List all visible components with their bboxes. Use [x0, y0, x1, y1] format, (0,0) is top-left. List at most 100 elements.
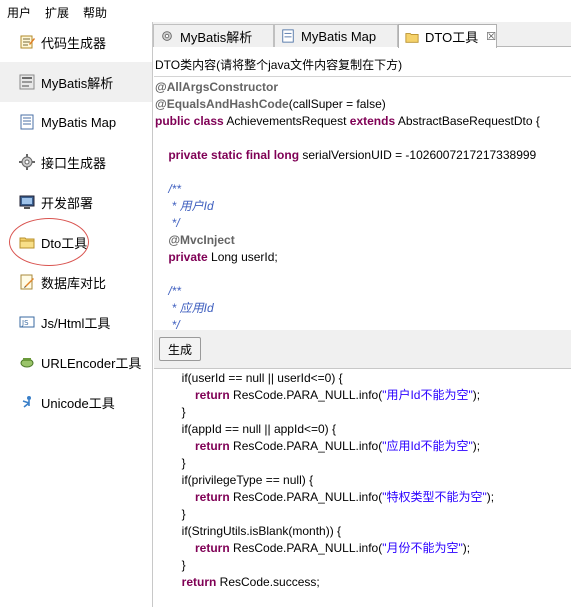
dto-output-editor[interactable]: if(userId == null || userId<=0) { return… [154, 368, 571, 607]
code-token: /** [155, 182, 182, 196]
sidebar-item-unicode[interactable]: Unicode工具 [0, 382, 152, 422]
sidebar-item-mybatis-parse[interactable]: MyBatis解析 [0, 62, 152, 102]
menu-bar: 用户 扩展 帮助 [0, 0, 571, 22]
code-token: ResCode.PARA_NULL.info( [229, 541, 383, 555]
code-token: if(userId == null || userId<=0) { [155, 371, 343, 385]
code-token: return [195, 541, 230, 555]
code-line: if(privilegeType == null) { [155, 472, 313, 489]
code-line: if(appId == null || appId<=0) { [155, 421, 336, 438]
sidebar-item-label: Dto工具 [41, 235, 88, 251]
code-token: */ [155, 216, 180, 230]
menu-user[interactable]: 用户 [7, 4, 31, 21]
sidebar-item-interface-generator[interactable]: 接口生成器 [0, 142, 152, 182]
code-token: ); [472, 388, 481, 402]
close-icon[interactable]: ☒ [486, 30, 496, 43]
code-token: extends [349, 114, 396, 128]
tab-mybatis-parse[interactable]: MyBatis解析 [153, 24, 274, 47]
unicode-icon [19, 394, 35, 410]
code-token: if(StringUtils.isBlank(month)) { [155, 524, 342, 538]
code-line: public class AchievementsRequest extends… [155, 113, 540, 130]
mybatis-parse-icon [160, 29, 174, 43]
tab-label: MyBatis解析 [180, 29, 253, 45]
code-line: /** [155, 283, 181, 300]
code-token: ); [462, 541, 471, 555]
code-token: } [155, 405, 186, 419]
code-token: } [155, 507, 186, 521]
sidebar-item-database-compare[interactable]: 数据库对比 [0, 262, 152, 302]
mybatis-parse-icon [19, 74, 35, 90]
code-line: } [155, 455, 186, 472]
sidebar: 代码生成器 MyBatis解析 MyBatis Map 接口生成器 开发部署 D… [0, 22, 152, 607]
mybatis-map-icon [281, 29, 295, 43]
code-line: return ResCode.PARA_NULL.info("特权类型不能为空"… [155, 489, 494, 506]
code-token: return [195, 439, 230, 453]
code-line: return ResCode.PARA_NULL.info("应用Id不能为空"… [155, 438, 480, 455]
code-token: if(appId == null || appId<=0) { [155, 422, 337, 436]
code-token: "特权类型不能为空" [382, 490, 487, 504]
code-token: } [155, 456, 186, 470]
code-generator-icon [19, 34, 35, 50]
tab-mybatis-map[interactable]: MyBatis Map [274, 24, 398, 47]
sidebar-item-dto-tool[interactable]: Dto工具 [0, 222, 152, 262]
sidebar-item-js-html[interactable]: JS Js/Html工具 [0, 302, 152, 342]
tab-label: MyBatis Map [301, 28, 377, 44]
code-token: (callSuper = false) [288, 97, 386, 111]
sidebar-item-label: 代码生成器 [41, 35, 107, 51]
code-line: } [155, 557, 186, 574]
tab-bar: MyBatis解析 MyBatis Map DTO工具 ☒ [153, 22, 571, 48]
code-token: "应用Id不能为空" [382, 439, 473, 453]
code-line: /** [155, 181, 181, 198]
code-token: ResCode.PARA_NULL.info( [229, 490, 383, 504]
code-line: return ResCode.PARA_NULL.info("月份不能为空"); [155, 540, 470, 557]
code-token: ); [486, 490, 495, 504]
dto-input-label: DTO类内容(请将整个java文件内容复制在下方) [155, 58, 403, 72]
code-line: @AllArgsConstructor [155, 79, 278, 96]
js-html-icon: JS [19, 314, 35, 330]
database-compare-icon [19, 274, 35, 290]
sidebar-item-label: 开发部署 [41, 195, 94, 211]
dto-input-editor[interactable]: @AllArgsConstructor @EqualsAndHashCode(ca… [154, 76, 571, 352]
sidebar-item-url-encoder[interactable]: URLEncoder工具 [0, 342, 152, 382]
generate-button[interactable]: 生成 [159, 337, 201, 361]
sidebar-item-mybatis-map[interactable]: MyBatis Map [0, 102, 152, 142]
code-token: @MvcInject [168, 233, 235, 247]
code-line: if(userId == null || userId<=0) { [155, 370, 343, 387]
tab-dto-tool[interactable]: DTO工具 ☒ [398, 24, 497, 48]
code-token: return [195, 490, 230, 504]
code-token: /** [155, 284, 182, 298]
sidebar-item-label: URLEncoder工具 [41, 355, 142, 371]
code-token: return [181, 575, 217, 589]
code-line: private Long userId; [155, 249, 277, 266]
tab-label: DTO工具 [425, 30, 479, 45]
code-token: @EqualsAndHashCode [155, 97, 289, 111]
sidebar-item-code-generator[interactable]: 代码生成器 [0, 22, 152, 62]
dto-tool-icon [405, 30, 419, 44]
dto-tool-icon [19, 234, 35, 250]
url-encoder-icon [19, 354, 35, 370]
menu-extend[interactable]: 扩展 [45, 4, 69, 21]
code-line: @MvcInject [155, 232, 235, 249]
code-token: if(privilegeType == null) { [155, 473, 314, 487]
sidebar-item-label: Js/Html工具 [41, 315, 111, 331]
sidebar-item-label: 接口生成器 [41, 155, 107, 171]
code-token: serialVersionUID = -1026007217217338999 [299, 148, 537, 162]
code-token: } [155, 558, 186, 572]
svg-text:JS: JS [21, 319, 29, 327]
code-token: * 应用Id [155, 301, 214, 315]
sidebar-item-deploy[interactable]: 开发部署 [0, 182, 152, 222]
code-line: return ResCode.PARA_NULL.info("用户Id不能为空"… [155, 387, 480, 404]
menu-help[interactable]: 帮助 [83, 4, 107, 21]
code-line: * 应用Id [155, 300, 214, 317]
code-token: ResCode.PARA_NULL.info( [229, 388, 383, 402]
mybatis-map-icon [19, 114, 35, 130]
code-token: "月份不能为空" [382, 541, 463, 555]
code-line: } [155, 404, 186, 421]
action-strip: 生成 [154, 330, 571, 368]
